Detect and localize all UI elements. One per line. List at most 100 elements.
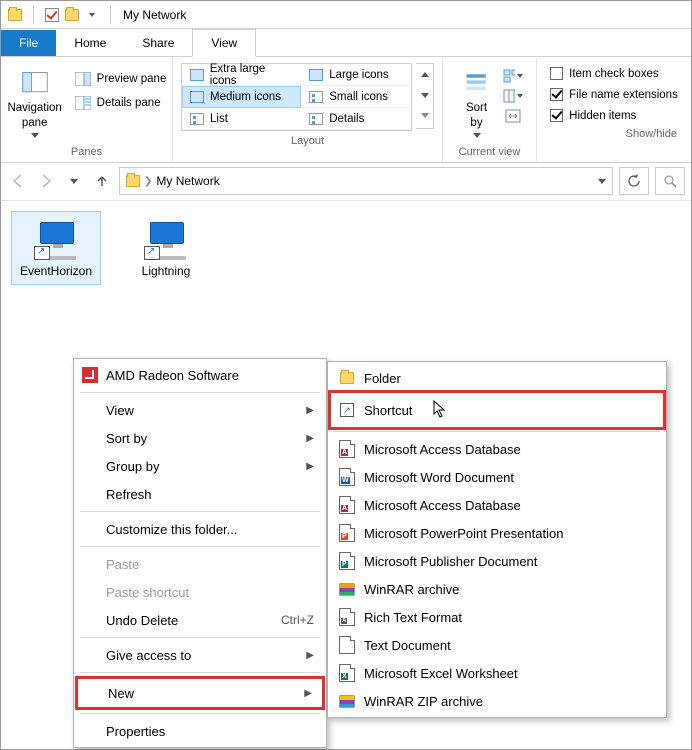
hidden-items-checkbox[interactable]: Hidden items: [550, 107, 636, 124]
nav-back-button[interactable]: [7, 170, 29, 192]
chevron-right-icon: ▶: [306, 461, 314, 472]
context-menu: AMD Radeon Software View▶ Sort by▶ Group…: [73, 358, 327, 748]
submenu-winrar-zip[interactable]: WinRAR ZIP archive: [330, 687, 664, 715]
chevron-down-icon: [421, 93, 429, 98]
tab-home[interactable]: Home: [56, 30, 124, 56]
layout-small-icons[interactable]: Small icons: [301, 86, 411, 108]
file-label: EventHorizon: [18, 264, 94, 278]
context-submenu-new: Folder ↗ Shortcut A Microsoft Access Dat…: [327, 361, 667, 718]
submenu-shortcut[interactable]: ↗ Shortcut: [330, 392, 664, 428]
layout-scroll[interactable]: [416, 63, 434, 129]
sort-icon: [461, 67, 493, 99]
chevron-right-icon: ▶: [306, 433, 314, 444]
chevron-right-icon: ▶: [304, 688, 312, 699]
nav-forward-button[interactable]: [35, 170, 57, 192]
menu-refresh[interactable]: Refresh: [76, 480, 324, 508]
submenu-winrar-archive[interactable]: WinRAR archive: [330, 575, 664, 603]
refresh-button[interactable]: [619, 167, 649, 195]
preview-pane-icon: [75, 71, 91, 87]
shortcut-icon: ↗: [338, 401, 356, 419]
title-bar: My Network: [1, 1, 691, 29]
details-pane-icon: [75, 95, 91, 111]
folder-icon: [126, 175, 140, 187]
navigation-pane-icon: [19, 67, 51, 99]
submenu-powerpoint-presentation[interactable]: P Microsoft PowerPoint Presentation: [330, 519, 664, 547]
item-check-boxes-checkbox[interactable]: Item check boxes: [550, 65, 658, 82]
menu-amd-radeon[interactable]: AMD Radeon Software: [76, 361, 324, 389]
menu-view[interactable]: View▶: [76, 396, 324, 424]
submenu-access-database[interactable]: A Microsoft Access Database: [330, 435, 664, 463]
nav-up-button[interactable]: [91, 170, 113, 192]
group-by-button[interactable]: [502, 67, 524, 85]
tab-file[interactable]: File: [1, 30, 56, 56]
menu-paste: Paste: [76, 550, 324, 578]
menu-paste-shortcut: Paste shortcut: [76, 578, 324, 606]
submenu-publisher-document[interactable]: P Microsoft Publisher Document: [330, 547, 664, 575]
group-label-current-view: Current view: [459, 142, 521, 160]
layout-medium-icons[interactable]: Medium icons: [182, 86, 301, 108]
keyboard-shortcut: Ctrl+Z: [281, 613, 314, 627]
layout-large-icons[interactable]: Large icons: [301, 64, 411, 86]
submenu-rich-text[interactable]: A Rich Text Format: [330, 603, 664, 631]
search-icon: [663, 174, 677, 188]
quick-access-toolbar: [7, 6, 117, 24]
folder-icon: [338, 369, 356, 387]
file-name-extensions-checkbox[interactable]: File name extensions: [550, 86, 678, 103]
excel-icon: X: [338, 664, 356, 682]
qat-dropdown-icon[interactable]: [84, 7, 100, 23]
submenu-word-document[interactable]: W Microsoft Word Document: [330, 463, 664, 491]
winrar-icon: [338, 580, 356, 598]
refresh-icon: [627, 174, 641, 188]
rtf-icon: A: [338, 608, 356, 626]
group-label-show-hide: Show/hide: [545, 124, 683, 142]
file-item-eventhorizon[interactable]: EventHorizon: [11, 211, 101, 285]
layout-extra-large-icons[interactable]: Extra large icons: [182, 64, 301, 86]
address-bar: ❯ My Network: [1, 163, 691, 201]
text-icon: [338, 636, 356, 654]
menu-give-access-to[interactable]: Give access to▶: [76, 641, 324, 669]
qat-properties-icon[interactable]: [44, 7, 60, 23]
menu-customize-folder[interactable]: Customize this folder...: [76, 515, 324, 543]
breadcrumb-segment[interactable]: My Network: [156, 174, 219, 188]
submenu-folder[interactable]: Folder: [330, 364, 664, 392]
chevron-up-icon: [421, 72, 429, 77]
menu-new[interactable]: New▶: [75, 676, 325, 710]
submenu-excel-worksheet[interactable]: X Microsoft Excel Worksheet: [330, 659, 664, 687]
breadcrumb[interactable]: ❯ My Network: [119, 167, 613, 195]
amd-icon: [82, 367, 98, 383]
file-item-lightning[interactable]: Lightning: [121, 211, 211, 285]
file-label: Lightning: [128, 264, 204, 278]
menu-properties[interactable]: Properties: [76, 717, 324, 745]
chevron-right-icon: ▶: [306, 405, 314, 416]
access-icon: A: [338, 440, 356, 458]
tab-share[interactable]: Share: [124, 30, 192, 56]
tab-view[interactable]: View: [192, 29, 256, 57]
sort-by-button[interactable]: Sort by: [456, 63, 498, 142]
size-columns-button[interactable]: [502, 107, 524, 125]
chevron-right-icon: ▶: [306, 650, 314, 661]
preview-pane-button[interactable]: Preview pane: [71, 69, 171, 89]
chevron-down-icon: [421, 113, 429, 118]
layout-picker[interactable]: Extra large icons Large icons Medium ico…: [181, 63, 412, 131]
details-pane-button[interactable]: Details pane: [71, 93, 171, 113]
layout-list[interactable]: List: [182, 108, 301, 130]
submenu-text-document[interactable]: Text Document: [330, 631, 664, 659]
add-columns-button[interactable]: [502, 87, 524, 105]
chevron-right-icon[interactable]: ❯: [144, 176, 152, 187]
nav-recent-button[interactable]: [63, 170, 85, 192]
layout-details[interactable]: Details: [301, 108, 411, 130]
access-icon: A: [338, 496, 356, 514]
search-input[interactable]: [655, 167, 685, 195]
navigation-pane-label: Navigation pane: [7, 101, 61, 131]
computer-shortcut-icon: [32, 218, 80, 260]
menu-group-by[interactable]: Group by▶: [76, 452, 324, 480]
submenu-access-database-2[interactable]: A Microsoft Access Database: [330, 491, 664, 519]
chevron-down-icon[interactable]: [598, 179, 606, 184]
folder-icon: [7, 7, 23, 23]
menu-sort-by[interactable]: Sort by▶: [76, 424, 324, 452]
menu-undo-delete[interactable]: Undo DeleteCtrl+Z: [76, 606, 324, 634]
publisher-icon: P: [338, 552, 356, 570]
ribbon-tabs: File Home Share View: [1, 29, 691, 57]
navigation-pane-button[interactable]: Navigation pane: [3, 63, 67, 142]
group-label-panes: Panes: [71, 142, 102, 160]
